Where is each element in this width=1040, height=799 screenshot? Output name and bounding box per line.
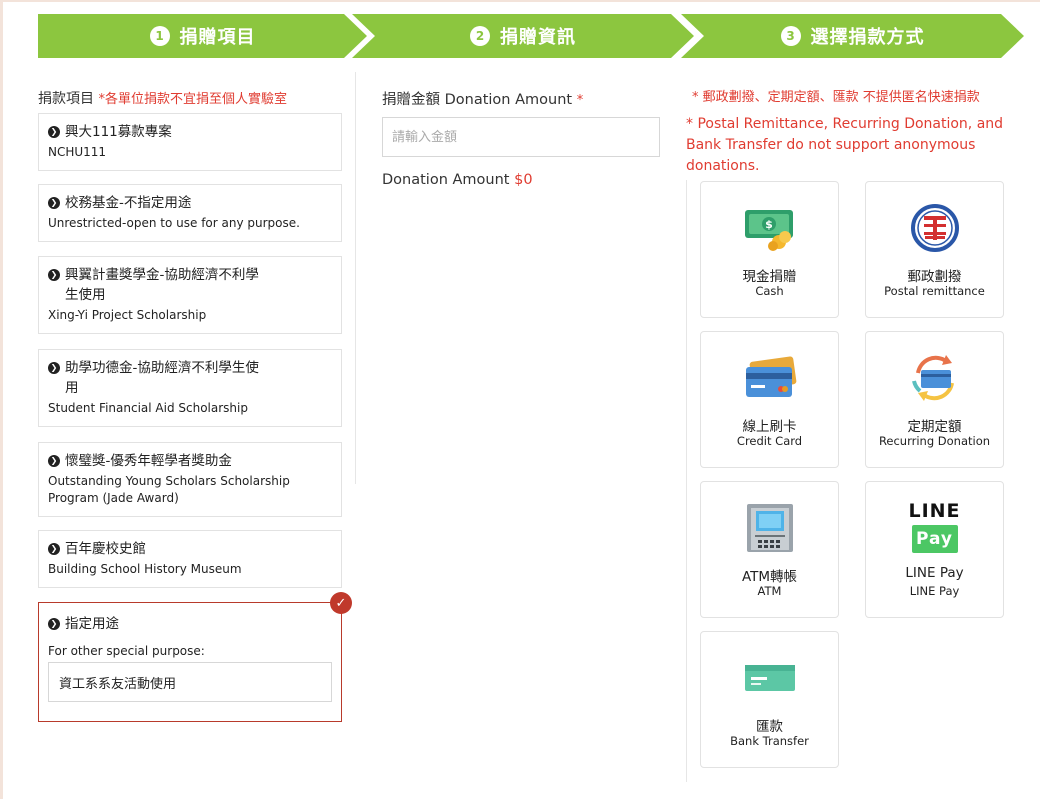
method-sublabel: Recurring Donation — [878, 434, 991, 448]
chevron-right-icon: ❯ — [48, 543, 60, 555]
method-sublabel: Credit Card — [736, 434, 803, 448]
chevron-right-icon: ❯ — [48, 362, 60, 374]
option-subtitle: Unrestricted-open to use for any purpose… — [48, 216, 300, 230]
required-mark: * — [576, 93, 584, 108]
amount-label-row: 捐贈金額 Donation Amount * — [382, 88, 660, 109]
pay-logo-text: Pay — [911, 524, 958, 553]
donation-item-option[interactable]: ❯ 懷璧獎-優秀年輕學者獎助金 Outstanding Young Scholar… — [38, 442, 342, 517]
special-purpose-input[interactable] — [48, 662, 332, 702]
payment-method-postal[interactable]: 郵政劃撥 Postal remittance — [865, 181, 1004, 318]
step-number: 3 — [780, 26, 801, 46]
recurring-card-icon — [866, 352, 1003, 404]
line-logo-text: LINE — [908, 499, 961, 522]
donation-item-option[interactable]: ❯ 校務基金-不指定用途 Unrestricted-open to use for… — [38, 184, 342, 242]
method-sublabel: Postal remittance — [884, 284, 985, 298]
payment-method-column: * 郵政劃撥、定期定額、匯款 不提供匿名快速捐款 * Postal Remitt… — [686, 88, 1016, 177]
chevron-right-icon: ❯ — [48, 197, 60, 209]
payment-method-bank-transfer[interactable]: 匯款 Bank Transfer — [700, 631, 839, 768]
option-title: 興大111募款專案 — [65, 124, 172, 140]
chevron-right-icon: ❯ — [48, 618, 60, 630]
payment-method-atm[interactable]: ATM轉帳 ATM — [700, 481, 839, 618]
payment-method-credit-card[interactable]: 線上刷卡 Credit Card — [700, 331, 839, 468]
step-label: 捐贈項目 — [179, 27, 256, 48]
cash-icon: $ — [701, 202, 838, 254]
chevron-right-icon: ❯ — [48, 126, 60, 138]
anonymous-note-en: * Postal Remittance, Recurring Donation,… — [686, 116, 1004, 174]
option-subtitle: Xing-Yi Project Scholarship — [48, 308, 207, 322]
atm-icon — [701, 502, 838, 554]
method-label: 現金捐贈 — [742, 269, 797, 285]
method-label: 郵政劃撥 — [907, 269, 962, 285]
method-sublabel: Bank Transfer — [730, 734, 809, 748]
field-label: 捐款項目 — [38, 91, 94, 107]
step-3[interactable]: 3 選擇捐款方式 — [681, 14, 1024, 58]
donation-item-option[interactable]: ❯ 助學功德金-協助經濟不利學生使用 Student Financial Aid … — [38, 349, 342, 427]
progress-steps: 1 捐贈項目 2 捐贈資訊 3 選擇捐款方式 — [38, 14, 1024, 58]
special-purpose-label: For other special purpose: — [48, 644, 205, 658]
method-sublabel: Cash — [755, 284, 784, 298]
svg-text:$: $ — [765, 218, 773, 231]
donation-amount-input[interactable] — [382, 117, 660, 157]
option-subtitle: Student Financial Aid Scholarship — [48, 401, 248, 415]
page-frame-left — [0, 0, 3, 799]
bank-transfer-icon — [701, 652, 838, 704]
method-label: 定期定額 — [907, 419, 962, 435]
method-sublabel: LINE Pay — [909, 584, 960, 598]
payment-method-recurring[interactable]: 定期定額 Recurring Donation — [865, 331, 1004, 468]
donation-info-column: 捐贈金額 Donation Amount * Donation Amount $… — [382, 88, 660, 188]
chevron-right-icon: ❯ — [48, 455, 60, 467]
step-label: 選擇捐款方式 — [810, 27, 925, 48]
donation-item-column: 捐款項目 *各單位捐款不宜捐至個人實驗室 — [38, 88, 342, 116]
payment-method-cash[interactable]: $ 現金捐贈 Cash — [700, 181, 839, 318]
payment-method-line-pay[interactable]: LINE Pay LINE Pay LINE Pay — [865, 481, 1004, 618]
amount-summary: Donation Amount $0 — [382, 172, 660, 188]
required-note: *各單位捐款不宜捐至個人實驗室 — [98, 92, 287, 107]
option-subtitle: Building School History Museum — [48, 562, 242, 576]
donation-item-label: 捐款項目 *各單位捐款不宜捐至個人實驗室 — [38, 88, 342, 108]
option-title: 指定用途 — [65, 616, 119, 632]
column-divider — [686, 180, 687, 782]
method-label: 匯款 — [756, 719, 783, 735]
check-icon: ✓ — [330, 592, 352, 614]
amount-summary-value: $0 — [514, 172, 533, 188]
option-title: 助學功德金-協助經濟不利學生使用 — [65, 360, 259, 396]
column-divider — [355, 72, 356, 484]
step-2[interactable]: 2 捐贈資訊 — [352, 14, 694, 58]
donation-item-option-selected[interactable]: ✓ ❯ 指定用途 For other special purpose: — [38, 592, 352, 722]
chevron-right-icon: ❯ — [48, 269, 60, 281]
option-title: 百年慶校史館 — [65, 541, 146, 557]
option-title: 興翼計畫獎學金-協助經濟不利學生使用 — [65, 267, 259, 303]
step-number: 1 — [149, 26, 170, 46]
step-label: 捐贈資訊 — [500, 27, 576, 48]
line-pay-icon: LINE Pay — [866, 499, 1003, 553]
donation-item-option[interactable]: ❯ 百年慶校史館 Building School History Museum — [38, 530, 342, 588]
amount-summary-label: Donation Amount — [382, 172, 510, 188]
option-subtitle: Outstanding Young Scholars Scholarship P… — [48, 474, 290, 505]
anonymous-note-zh: * 郵政劃撥、定期定額、匯款 不提供匿名快速捐款 — [692, 90, 980, 105]
page-frame-top — [0, 0, 1040, 2]
option-subtitle: NCHU111 — [48, 145, 107, 159]
step-number: 2 — [470, 26, 490, 46]
post-office-icon — [866, 202, 1003, 254]
amount-label: 捐贈金額 Donation Amount — [382, 92, 573, 108]
method-sublabel: ATM — [757, 584, 782, 598]
step-1[interactable]: 1 捐贈項目 — [38, 14, 367, 58]
credit-card-icon — [701, 352, 838, 404]
option-title: 懷璧獎-優秀年輕學者獎助金 — [65, 453, 232, 469]
option-title: 校務基金-不指定用途 — [65, 195, 192, 211]
donation-item-option[interactable]: ❯ 興翼計畫獎學金-協助經濟不利學生使用 Xing-Yi Project Scho… — [38, 256, 342, 334]
method-label: 線上刷卡 — [742, 419, 797, 435]
donation-item-option[interactable]: ❯ 興大111募款專案 NCHU111 — [38, 113, 342, 171]
method-label: LINE Pay — [905, 565, 964, 581]
method-label: ATM轉帳 — [741, 569, 798, 585]
